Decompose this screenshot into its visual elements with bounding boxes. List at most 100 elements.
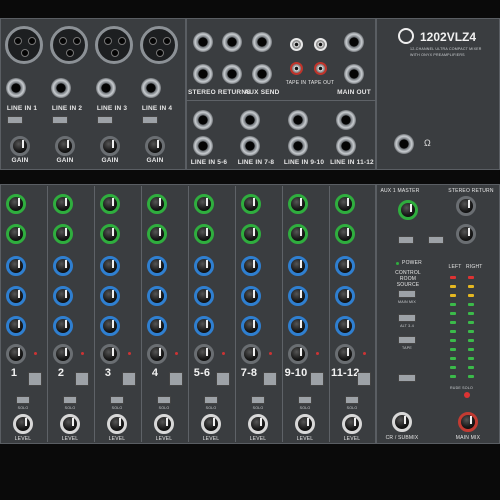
mute-button-3[interactable] [122, 372, 136, 386]
line-6-jack[interactable] [193, 136, 213, 156]
low-cut-button-2[interactable] [52, 116, 68, 124]
pan-knob-3[interactable] [100, 344, 120, 364]
mute-button-1[interactable] [28, 372, 42, 386]
low-cut-button-3[interactable] [97, 116, 113, 124]
level-knob-5[interactable] [201, 414, 221, 434]
eq-hi-knob-2[interactable] [53, 256, 73, 276]
eq-low-knob-8[interactable] [335, 316, 355, 336]
main-mix-knob[interactable] [458, 412, 478, 432]
aux2-knob-6[interactable] [241, 224, 261, 244]
main-xlr-out-left[interactable] [344, 32, 364, 52]
aux1-master-knob[interactable] [398, 200, 418, 220]
line-12-jack[interactable] [336, 136, 356, 156]
gain-knob-3[interactable] [100, 136, 120, 156]
assign-main-mix-button[interactable] [398, 374, 416, 382]
line-7-jack[interactable] [240, 110, 260, 130]
aux2-knob-7[interactable] [288, 224, 308, 244]
aux1-knob-2[interactable] [53, 194, 73, 214]
mic-input-1[interactable] [5, 26, 43, 64]
aux1-knob-4[interactable] [147, 194, 167, 214]
cr-main-mix-button[interactable] [398, 290, 416, 298]
pan-knob-5[interactable] [194, 344, 214, 364]
mute-button-8[interactable] [357, 372, 371, 386]
line-5-jack[interactable] [193, 110, 213, 130]
eq-hi-knob-4[interactable] [147, 256, 167, 276]
aux2-knob-4[interactable] [147, 224, 167, 244]
level-knob-2[interactable] [60, 414, 80, 434]
tape-out-right-rca[interactable] [314, 62, 327, 75]
pan-knob-2[interactable] [53, 344, 73, 364]
level-knob-6[interactable] [248, 414, 268, 434]
solo-button-8[interactable] [345, 396, 359, 404]
solo-button-4[interactable] [157, 396, 171, 404]
solo-button-6[interactable] [251, 396, 265, 404]
level-knob-4[interactable] [154, 414, 174, 434]
mute-button-2[interactable] [75, 372, 89, 386]
line-input-4-jack[interactable] [141, 78, 161, 98]
stereo-return-knob-2[interactable] [456, 224, 476, 244]
eq-low-knob-2[interactable] [53, 316, 73, 336]
eq-low-knob-1[interactable] [6, 316, 26, 336]
aux2-knob-8[interactable] [335, 224, 355, 244]
line-8-jack[interactable] [240, 136, 260, 156]
aux1-knob-1[interactable] [6, 194, 26, 214]
eq-low-knob-4[interactable] [147, 316, 167, 336]
mute-button-4[interactable] [169, 372, 183, 386]
eq-mid-knob-8[interactable] [335, 286, 355, 306]
eq-low-knob-6[interactable] [241, 316, 261, 336]
line-11-jack[interactable] [336, 110, 356, 130]
aux2-knob-5[interactable] [194, 224, 214, 244]
mute-button-7[interactable] [310, 372, 324, 386]
phones-jack[interactable] [394, 134, 414, 154]
eq-mid-knob-2[interactable] [53, 286, 73, 306]
eq-hi-knob-3[interactable] [100, 256, 120, 276]
low-cut-button-1[interactable] [7, 116, 23, 124]
level-knob-8[interactable] [342, 414, 362, 434]
eq-low-knob-7[interactable] [288, 316, 308, 336]
pan-knob-6[interactable] [241, 344, 261, 364]
mute-button-5[interactable] [216, 372, 230, 386]
eq-mid-knob-5[interactable] [194, 286, 214, 306]
level-knob-1[interactable] [13, 414, 33, 434]
line-10-jack[interactable] [288, 136, 308, 156]
cr-tape-button[interactable] [398, 336, 416, 344]
pan-knob-4[interactable] [147, 344, 167, 364]
solo-button-3[interactable] [110, 396, 124, 404]
tape-in-right-rca[interactable] [290, 62, 303, 75]
tape-out-left-rca[interactable] [314, 38, 327, 51]
tape-in-left-rca[interactable] [290, 38, 303, 51]
aux-pre-post-button[interactable] [398, 236, 414, 244]
level-knob-7[interactable] [295, 414, 315, 434]
solo-button-2[interactable] [63, 396, 77, 404]
eq-hi-knob-8[interactable] [335, 256, 355, 276]
main-xlr-out-right[interactable] [344, 64, 364, 84]
level-knob-3[interactable] [107, 414, 127, 434]
aux1-knob-3[interactable] [100, 194, 120, 214]
gain-knob-1[interactable] [10, 136, 30, 156]
eq-hi-knob-6[interactable] [241, 256, 261, 276]
cr-phones-knob[interactable] [392, 412, 412, 432]
solo-button-5[interactable] [204, 396, 218, 404]
stereo-return-right-jack[interactable] [193, 64, 213, 84]
line-9-jack[interactable] [288, 110, 308, 130]
solo-button-7[interactable] [298, 396, 312, 404]
aux2-knob-2[interactable] [53, 224, 73, 244]
eq-mid-knob-7[interactable] [288, 286, 308, 306]
eq-mid-knob-1[interactable] [6, 286, 26, 306]
aux1-knob-5[interactable] [194, 194, 214, 214]
mic-input-4[interactable] [140, 26, 178, 64]
main-out-right-jack[interactable] [252, 64, 272, 84]
pan-knob-8[interactable] [335, 344, 355, 364]
aux2-knob-3[interactable] [100, 224, 120, 244]
eq-mid-knob-6[interactable] [241, 286, 261, 306]
eq-low-knob-5[interactable] [194, 316, 214, 336]
main-out-left-jack[interactable] [252, 32, 272, 52]
pan-knob-7[interactable] [288, 344, 308, 364]
stereo-return-left-jack[interactable] [193, 32, 213, 52]
eq-low-knob-3[interactable] [100, 316, 120, 336]
line-input-2-jack[interactable] [51, 78, 71, 98]
eq-hi-knob-7[interactable] [288, 256, 308, 276]
line-input-3-jack[interactable] [96, 78, 116, 98]
aux-send-2-jack[interactable] [222, 64, 242, 84]
eq-hi-knob-5[interactable] [194, 256, 214, 276]
